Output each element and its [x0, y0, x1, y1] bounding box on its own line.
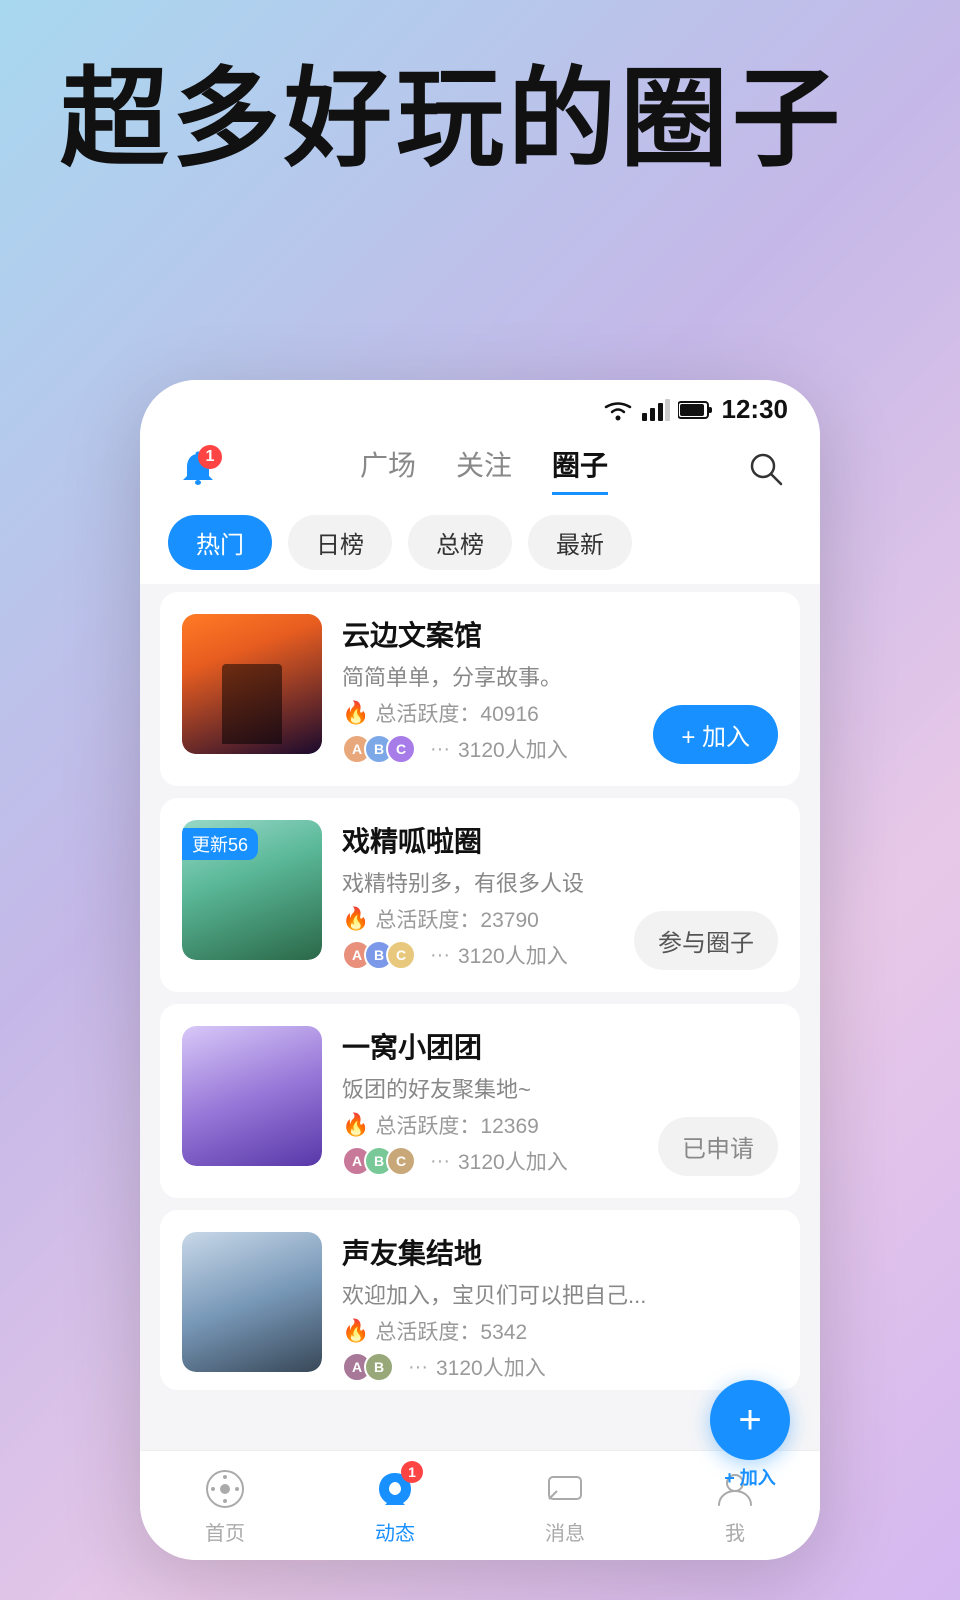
- search-icon: [747, 450, 785, 488]
- member-avatars-1: A B C: [342, 734, 408, 764]
- home-icon: [205, 1469, 245, 1509]
- update-badge-2: 更新56: [182, 828, 258, 860]
- circle-activity-4: 🔥 总活跃度：5342: [342, 1316, 778, 1346]
- avatar-6: C: [386, 940, 416, 970]
- bottom-label-dongtai: 动态: [375, 1517, 415, 1546]
- circle-name-2: 戏精呱啦圈: [342, 820, 778, 860]
- circle-card-3: 一窝小团团 饭团的好友聚集地~ 🔥 总活跃度：12369 A B C ··· 3: [160, 1004, 800, 1198]
- bottom-label-me: 我: [725, 1517, 745, 1546]
- bottom-item-home[interactable]: 首页: [201, 1465, 249, 1546]
- bottom-item-dongtai[interactable]: 1 动态: [371, 1465, 419, 1546]
- message-icon: [545, 1469, 585, 1509]
- circle-members-4: A B ··· 3120人加入: [342, 1352, 778, 1382]
- bottom-item-message[interactable]: 消息: [541, 1465, 589, 1546]
- member-avatars-3: A B C: [342, 1146, 408, 1176]
- bottom-label-home: 首页: [205, 1517, 245, 1546]
- phone-frame: 12:30 1 广场 关注 圈子: [140, 380, 820, 1560]
- dongtai-icon-container: 1: [371, 1465, 419, 1513]
- status-time: 12:30: [722, 394, 789, 425]
- join-button-1[interactable]: + 加入: [653, 705, 778, 764]
- circle-name-4: 声友集结地: [342, 1232, 778, 1272]
- tab-quanzi[interactable]: 圈子: [552, 444, 608, 495]
- filter-row: 热门 日榜 总榜 最新: [140, 495, 820, 584]
- circle-image-3: [182, 1026, 322, 1166]
- avatar-3: C: [386, 734, 416, 764]
- hero-title: 超多好玩的圈子: [60, 60, 844, 179]
- circle-info-4: 声友集结地 欢迎加入，宝贝们可以把自己... 🔥 总活跃度：5342 A B ·…: [342, 1232, 778, 1382]
- avatar-11: B: [364, 1352, 394, 1382]
- dongtai-badge: 1: [401, 1461, 423, 1483]
- member-avatars-4: A B: [342, 1352, 386, 1382]
- fab-button[interactable]: + + 加入: [710, 1380, 790, 1460]
- search-button[interactable]: [744, 447, 788, 491]
- circle-card-4: 声友集结地 欢迎加入，宝贝们可以把自己... 🔥 总活跃度：5342 A B ·…: [160, 1210, 800, 1390]
- fire-icon-1: 🔥: [342, 700, 369, 726]
- circle-desc-2: 戏精特别多，有很多人设: [342, 866, 778, 898]
- bell-button[interactable]: 1: [172, 443, 224, 495]
- signal-icon: [642, 399, 670, 421]
- circle-desc-4: 欢迎加入，宝贝们可以把自己...: [342, 1278, 778, 1310]
- circle-name-3: 一窝小团团: [342, 1026, 778, 1066]
- bell-badge: 1: [198, 445, 222, 469]
- battery-icon: [678, 400, 714, 420]
- circle-image-1: [182, 614, 322, 754]
- circle-action-1[interactable]: + 加入: [653, 705, 778, 764]
- fire-icon-3: 🔥: [342, 1112, 369, 1138]
- status-icons: 12:30: [602, 394, 789, 425]
- participate-button-2[interactable]: 参与圈子: [634, 911, 778, 970]
- nav-tabs: 广场 关注 圈子: [224, 444, 744, 495]
- bottom-label-message: 消息: [545, 1517, 585, 1546]
- circle-action-3[interactable]: 已申请: [658, 1117, 778, 1176]
- fab-plus-icon: +: [738, 1400, 761, 1440]
- member-avatars-2: A B C: [342, 940, 408, 970]
- wifi-icon: [602, 399, 634, 421]
- circle-card-2: 更新56 戏精呱啦圈 戏精特别多，有很多人设 🔥 总活跃度：23790 A B …: [160, 798, 800, 992]
- nav-bar: 1 广场 关注 圈子: [140, 433, 820, 495]
- applied-button-3[interactable]: 已申请: [658, 1117, 778, 1176]
- home-icon-container: [201, 1465, 249, 1513]
- tab-guangchang[interactable]: 广场: [360, 444, 416, 495]
- avatar-9: C: [386, 1146, 416, 1176]
- circle-desc-3: 饭团的好友聚集地~: [342, 1072, 778, 1104]
- status-bar: 12:30: [140, 380, 820, 433]
- message-icon-container: [541, 1465, 589, 1513]
- fire-icon-4: 🔥: [342, 1318, 369, 1344]
- filter-total[interactable]: 总榜: [408, 515, 512, 570]
- circle-action-2[interactable]: 参与圈子: [634, 911, 778, 970]
- circle-name-1: 云边文案馆: [342, 614, 778, 654]
- fire-icon-2: 🔥: [342, 906, 369, 932]
- circle-image-4: [182, 1232, 322, 1372]
- circle-desc-1: 简简单单，分享故事。: [342, 660, 778, 692]
- tab-guanzhu[interactable]: 关注: [456, 444, 512, 495]
- fab-label: + 加入: [724, 1464, 776, 1490]
- bottom-nav: 首页 1 动态 消息: [140, 1450, 820, 1560]
- filter-hot[interactable]: 热门: [168, 515, 272, 570]
- filter-latest[interactable]: 最新: [528, 515, 632, 570]
- filter-daily[interactable]: 日榜: [288, 515, 392, 570]
- circle-card-1: 云边文案馆 简简单单，分享故事。 🔥 总活跃度：40916 A B C ···: [160, 592, 800, 786]
- circle-image-2: 更新56: [182, 820, 322, 960]
